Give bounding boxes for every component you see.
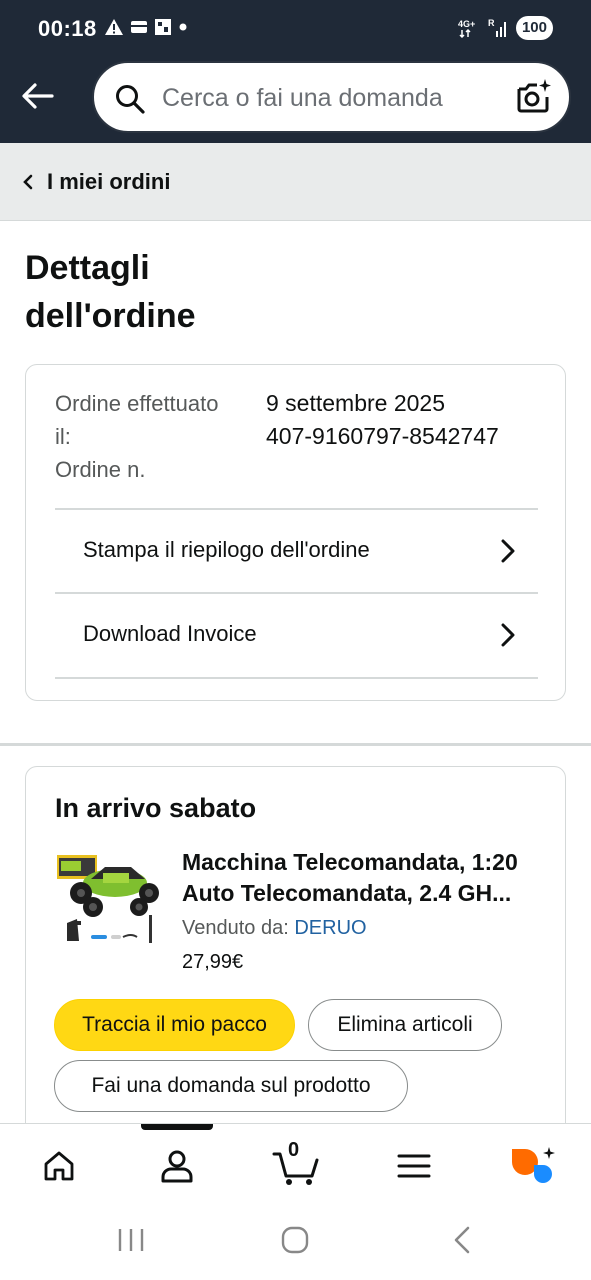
search-header: Cerca o fai una domanda: [0, 58, 591, 143]
download-invoice-row[interactable]: Download Invoice: [55, 594, 538, 678]
cart-count: 0: [288, 1139, 300, 1161]
product-image[interactable]: [53, 849, 159, 955]
warning-icon: [105, 19, 123, 35]
battery-indicator: 100: [515, 16, 553, 40]
nav-account[interactable]: [153, 1142, 201, 1190]
active-tab-indicator: [141, 1124, 213, 1130]
print-summary-row[interactable]: Stampa il riepilogo dell'ordine: [55, 510, 538, 594]
order-info-values: 9 settembre 2025 407-9160797-8542747: [266, 387, 499, 453]
order-info-labels: Ordine effettuato il: Ordine n.: [55, 387, 225, 486]
ask-question-button[interactable]: Fai una domanda sul prodotto: [54, 1060, 408, 1112]
home-icon: [44, 1151, 74, 1181]
system-nav-bar: [0, 1205, 591, 1280]
nav-cart[interactable]: 0: [270, 1139, 322, 1190]
search-icon: [116, 85, 145, 114]
search-placeholder: Cerca o fai una domanda: [162, 84, 443, 112]
order-date: 9 settembre 2025: [266, 390, 446, 416]
bottom-nav: 0: [0, 1123, 591, 1205]
nav-home[interactable]: [35, 1142, 83, 1190]
gallery-icon: [155, 19, 171, 35]
wallet-icon: [131, 21, 147, 33]
chevron-right-icon: [501, 539, 515, 563]
status-right: 4G+ R 100: [458, 16, 553, 40]
camera-search-icon[interactable]: [513, 77, 553, 117]
order-number-label: Ordine n.: [55, 457, 146, 482]
nav-rufus[interactable]: [508, 1142, 556, 1190]
breadcrumb[interactable]: I miei ordini: [0, 143, 591, 221]
section-separator: [0, 743, 591, 746]
chevron-left-icon: [23, 174, 33, 190]
order-number: 407-9160797-8542747: [266, 423, 499, 449]
shipment-card: In arrivo sabato Macchina Telecomandata,…: [25, 766, 566, 1146]
account-icon: [161, 1150, 193, 1183]
product-name[interactable]: Macchina Telecomandata, 1:20 Auto Teleco…: [182, 847, 552, 909]
print-summary-label: Stampa il riepilogo dell'ordine: [83, 537, 370, 562]
product-price: 27,99€: [182, 951, 244, 973]
order-placed-label: Ordine effettuato il:: [55, 391, 219, 449]
svg-text:4G+: 4G+: [458, 19, 475, 29]
notification-icons: [104, 18, 188, 36]
seller-info: Venduto da: DERUO: [182, 917, 367, 940]
status-time: 00:18: [38, 16, 97, 41]
dot-icon: [179, 23, 187, 31]
svg-text:R: R: [488, 18, 495, 28]
divider: [55, 677, 538, 679]
breadcrumb-label: I miei ordini: [47, 169, 171, 194]
delivery-status-title: In arrivo sabato: [55, 793, 257, 823]
home-button-icon[interactable]: [280, 1225, 310, 1255]
track-package-button[interactable]: Traccia il mio pacco: [54, 999, 295, 1051]
seller-label: Venduto da:: [182, 917, 289, 939]
seller-link[interactable]: DERUO: [294, 917, 366, 939]
chevron-right-icon: [501, 623, 515, 647]
network-icon: 4G+: [458, 19, 475, 39]
order-info-card: Ordine effettuato il: Ordine n. 9 settem…: [25, 364, 566, 701]
menu-icon: [397, 1154, 431, 1178]
download-invoice-label: Download Invoice: [83, 621, 257, 646]
back-arrow-icon[interactable]: [18, 76, 58, 116]
remove-items-button[interactable]: Elimina articoli: [308, 999, 502, 1051]
nav-menu[interactable]: [390, 1142, 438, 1190]
recent-apps-icon[interactable]: [116, 1225, 146, 1255]
signal-icon: R: [488, 18, 506, 37]
rufus-icon: [512, 1147, 555, 1183]
search-input[interactable]: Cerca o fai una domanda: [92, 61, 571, 133]
status-bar: 00:18 4G+ R 100: [0, 0, 591, 58]
page-title: Dettagli dell'ordine: [25, 249, 196, 335]
back-button-icon[interactable]: [448, 1225, 478, 1255]
